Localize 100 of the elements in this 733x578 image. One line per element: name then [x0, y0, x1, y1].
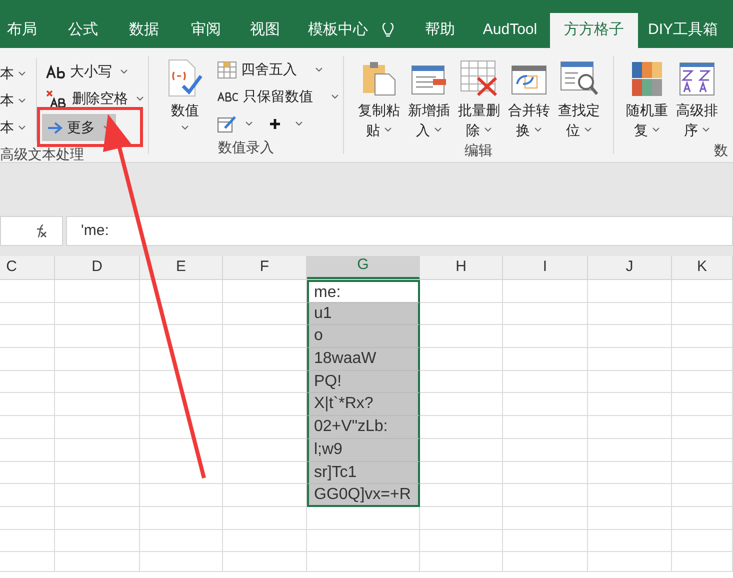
table-cell[interactable]: me: — [307, 280, 420, 303]
grid-cell[interactable] — [55, 348, 140, 371]
grid-cell[interactable] — [55, 438, 140, 462]
table-cell[interactable]: 18waaW — [307, 348, 420, 371]
grid-cell[interactable] — [588, 280, 672, 303]
ribbon-tab[interactable]: DIY工具箱 — [638, 13, 728, 48]
grid-cell[interactable] — [140, 393, 223, 416]
grid-cell[interactable] — [588, 530, 672, 552]
grid-cell[interactable] — [55, 325, 140, 348]
grid-cell[interactable] — [420, 393, 503, 416]
ribbon-button[interactable]: 高级排 序 — [672, 56, 722, 140]
grid-cell[interactable] — [140, 348, 223, 371]
grid-cell[interactable] — [672, 370, 733, 394]
ribbon-button[interactable]: 只保留数值 — [217, 83, 339, 110]
table-cell[interactable]: o — [307, 325, 420, 348]
ribbon-tab[interactable]: 审阅 — [176, 13, 236, 48]
grid-cell[interactable] — [503, 280, 588, 303]
grid-cell[interactable] — [420, 484, 503, 507]
edit-form-icon[interactable] — [217, 114, 237, 132]
grid-cell[interactable] — [672, 438, 733, 462]
grid-cell[interactable] — [55, 416, 140, 439]
ribbon-tab[interactable]: 方方格子 — [550, 13, 638, 48]
grid-cell[interactable] — [55, 506, 140, 530]
grid-cell[interactable] — [140, 462, 223, 484]
ribbon-button[interactable]: 删除空格 — [42, 85, 148, 112]
column-header[interactable]: J — [588, 256, 672, 279]
grid-cell[interactable] — [672, 325, 733, 348]
grid-cell[interactable] — [420, 325, 503, 348]
ribbon-button[interactable]: 新增插 入 — [404, 56, 454, 140]
grid-cell[interactable] — [55, 370, 140, 394]
grid-cell[interactable] — [503, 552, 588, 572]
grid-cell[interactable] — [503, 416, 588, 439]
grid-cell[interactable] — [672, 506, 733, 530]
table-cell[interactable]: u1 — [307, 302, 420, 326]
grid-cell[interactable] — [588, 302, 672, 326]
table-cell[interactable]: X|t`*Rx? — [307, 393, 420, 416]
grid-cell[interactable] — [223, 506, 307, 530]
ribbon-button[interactable]: 查找定 位 — [554, 56, 604, 140]
grid-cell[interactable] — [55, 280, 140, 303]
grid-cell[interactable] — [140, 416, 223, 439]
grid-cell[interactable] — [420, 280, 503, 303]
grid-cell[interactable] — [503, 530, 588, 552]
grid-cell[interactable] — [140, 280, 223, 303]
grid-cell[interactable] — [672, 462, 733, 484]
grid-cell[interactable] — [672, 484, 733, 507]
grid-cell[interactable] — [503, 348, 588, 371]
ribbon-button[interactable]: 复制粘 贴 — [354, 56, 404, 140]
grid-cell[interactable] — [503, 302, 588, 326]
ribbon-button[interactable]: 四舍五入 — [217, 56, 339, 83]
column-header[interactable]: H — [420, 256, 503, 279]
grid-cell[interactable] — [672, 552, 733, 572]
grid-cell[interactable] — [588, 506, 672, 530]
formula-input[interactable]: 'me: — [66, 216, 733, 246]
grid-cell[interactable] — [588, 393, 672, 416]
grid-cell[interactable] — [420, 348, 503, 371]
grid-cell[interactable] — [140, 530, 223, 552]
grid-cell[interactable] — [420, 530, 503, 552]
grid-cell[interactable] — [503, 462, 588, 484]
grid-cell[interactable] — [503, 484, 588, 507]
column-header[interactable]: I — [503, 256, 588, 279]
grid-cell[interactable] — [307, 552, 420, 572]
grid-cell[interactable] — [140, 325, 223, 348]
ribbon-tab[interactable]: 布局 — [0, 13, 54, 48]
grid-cell[interactable] — [672, 302, 733, 326]
column-header[interactable]: D — [55, 256, 140, 279]
grid-cell[interactable] — [420, 416, 503, 439]
grid-cell[interactable] — [420, 506, 503, 530]
plus-icon[interactable] — [269, 118, 281, 130]
number-button[interactable]: 数值 — [161, 56, 209, 137]
column-header[interactable]: E — [140, 256, 223, 279]
grid-cell[interactable] — [672, 348, 733, 371]
ribbon-tab[interactable]: 视图 — [236, 13, 294, 48]
grid-cell[interactable] — [588, 462, 672, 484]
table-cell[interactable]: PQ! — [307, 370, 420, 394]
table-cell[interactable]: 02+V"zLb: — [307, 416, 420, 439]
grid-cell[interactable] — [588, 416, 672, 439]
grid-cell[interactable] — [420, 552, 503, 572]
grid-cell[interactable] — [588, 552, 672, 572]
ribbon-button[interactable]: 批量删 除 — [454, 56, 504, 140]
grid-cell[interactable] — [420, 302, 503, 326]
grid-cell[interactable] — [672, 393, 733, 416]
grid-cell[interactable] — [55, 462, 140, 484]
grid-cell[interactable] — [140, 438, 223, 462]
grid-cell[interactable] — [307, 506, 420, 530]
grid-cell[interactable] — [503, 438, 588, 462]
grid-cell[interactable] — [503, 393, 588, 416]
grid-cell[interactable] — [588, 325, 672, 348]
ribbon-menu-button[interactable]: 本 — [0, 114, 36, 141]
grid-cell[interactable] — [588, 484, 672, 507]
grid-cell[interactable] — [55, 552, 140, 572]
grid-cell[interactable] — [672, 280, 733, 303]
column-header[interactable]: C — [0, 256, 55, 279]
ribbon-button[interactable]: 合并转 换 — [504, 56, 554, 140]
grid-cell[interactable] — [420, 370, 503, 394]
table-cell[interactable]: sr]Tc1 — [307, 462, 420, 484]
grid-cell[interactable] — [503, 370, 588, 394]
lightbulb-icon[interactable] — [382, 23, 394, 39]
ribbon-menu-button[interactable]: 本 — [0, 60, 36, 87]
grid-cell[interactable] — [672, 530, 733, 552]
grid-cell[interactable] — [588, 370, 672, 394]
